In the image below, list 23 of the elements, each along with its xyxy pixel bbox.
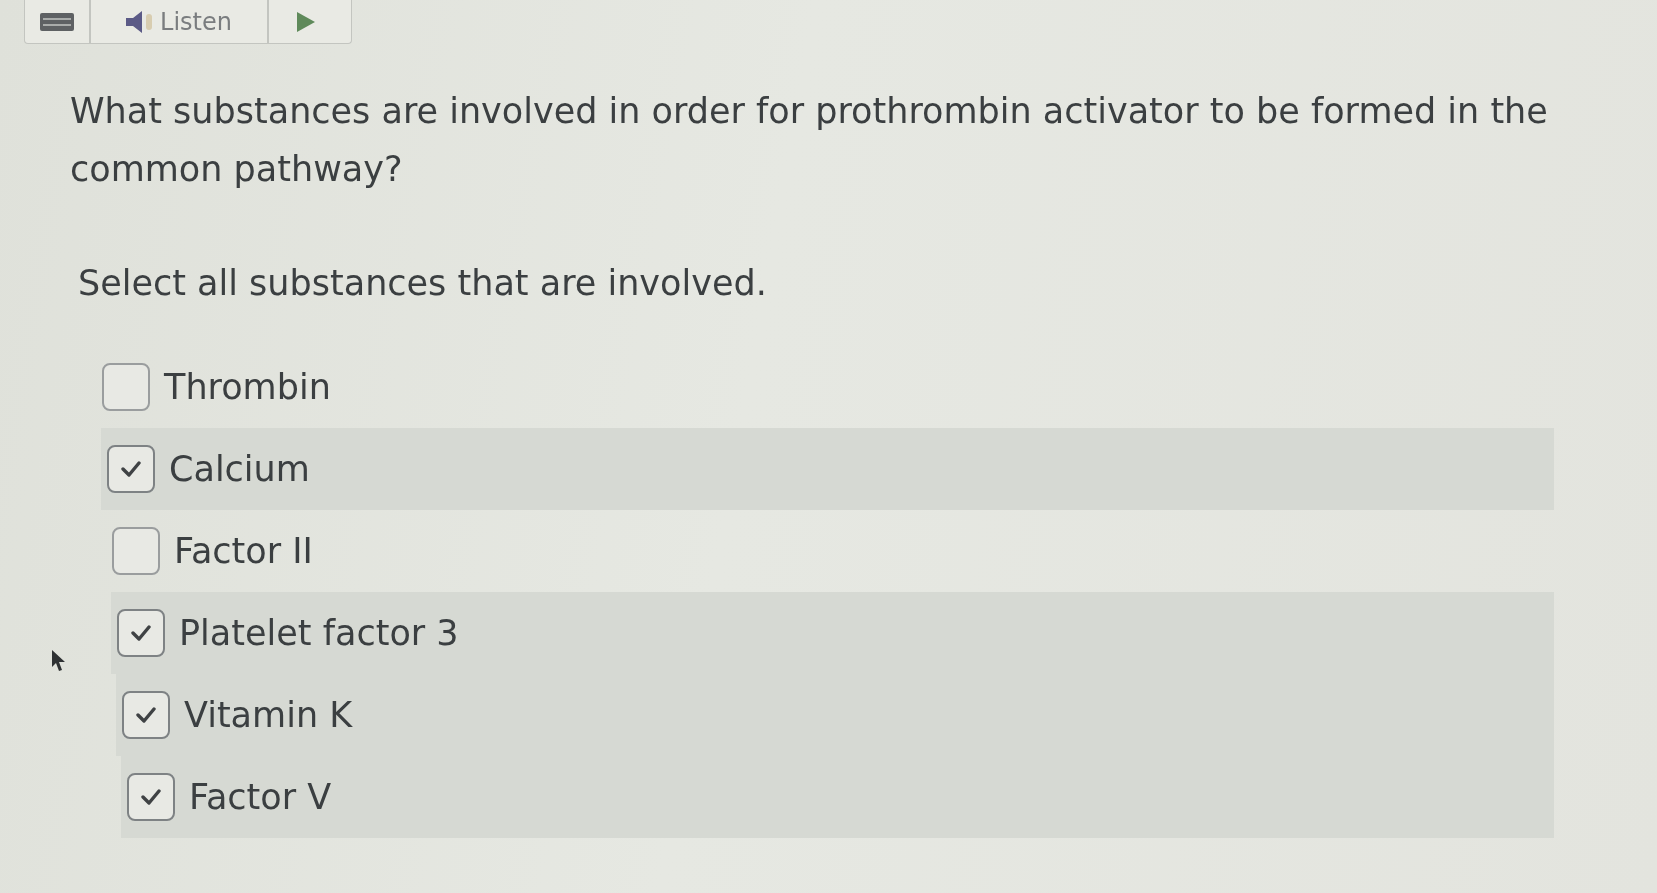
answer-option[interactable]: Platelet factor 3 xyxy=(111,592,1554,674)
speaker-icon xyxy=(126,10,153,33)
play-button[interactable] xyxy=(268,0,352,44)
check-icon xyxy=(121,461,141,477)
answer-option[interactable]: Factor II xyxy=(106,510,1554,592)
checkbox[interactable] xyxy=(117,609,165,657)
menu-button[interactable] xyxy=(24,0,90,44)
checkbox[interactable] xyxy=(107,445,155,493)
checkbox[interactable] xyxy=(127,773,175,821)
check-icon xyxy=(131,625,151,641)
instruction-text: Select all substances that are involved. xyxy=(78,262,768,305)
answer-option[interactable]: Thrombin xyxy=(96,346,1554,428)
checkbox[interactable] xyxy=(112,527,160,575)
menu-icon xyxy=(40,12,74,31)
checkbox[interactable] xyxy=(122,691,170,739)
answer-option[interactable]: Calcium xyxy=(101,428,1554,510)
question-text: What substances are involved in order for prothrombin activator to be formed in the common pathway? xyxy=(70,90,1549,191)
answer-option[interactable]: Vitamin K xyxy=(116,674,1554,756)
checkbox[interactable] xyxy=(102,363,150,411)
check-icon xyxy=(136,707,156,723)
play-icon xyxy=(297,11,315,32)
check-icon xyxy=(141,789,161,805)
answer-option[interactable]: Factor V xyxy=(121,756,1554,838)
